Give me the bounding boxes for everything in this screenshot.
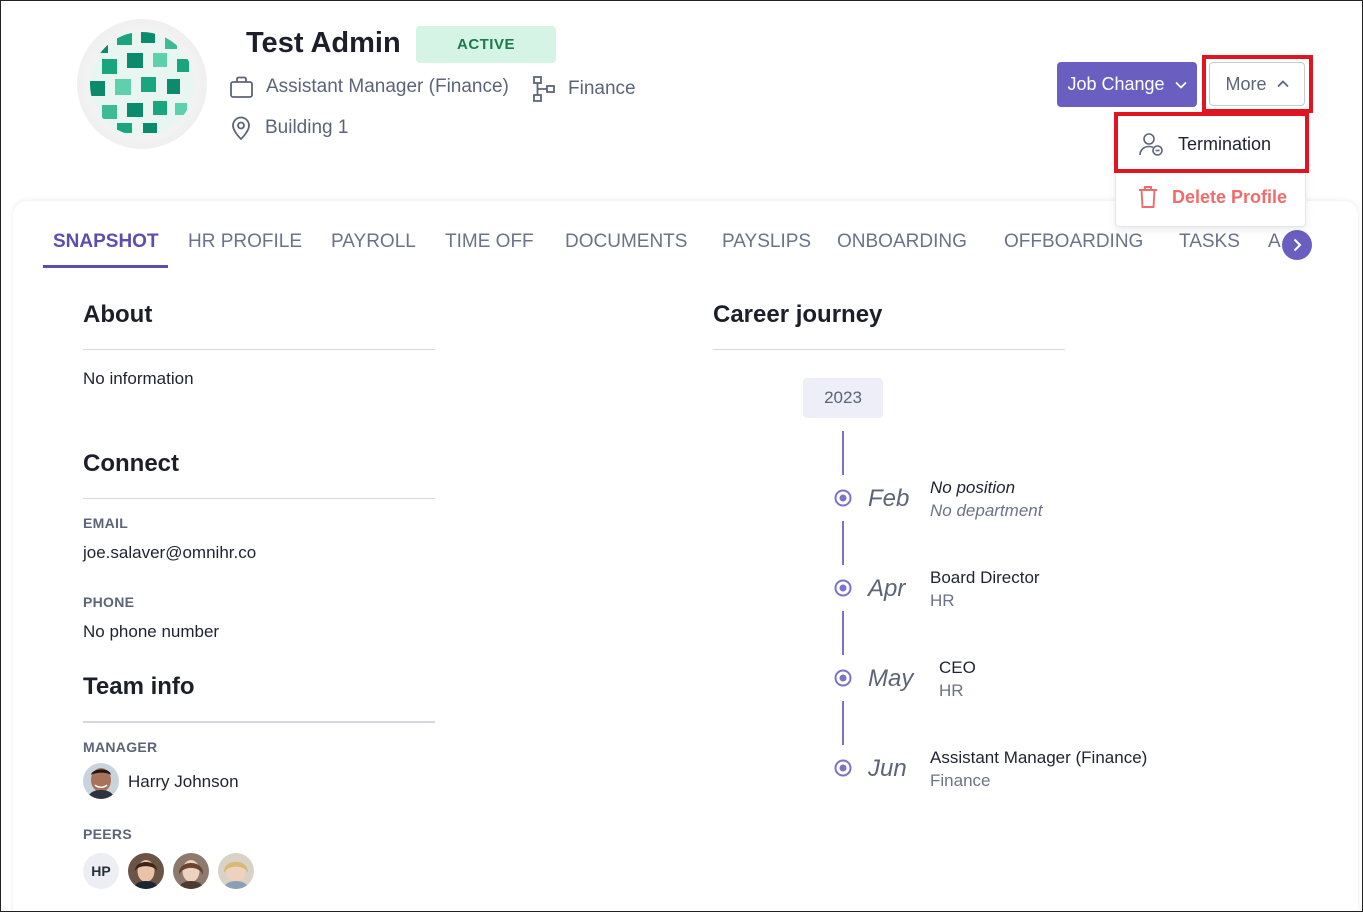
timeline-position: Board Director [930, 568, 1040, 587]
timeline-month: Feb [868, 485, 910, 512]
about-title: About [83, 301, 153, 328]
location-text: Building 1 [265, 117, 349, 138]
year-badge: 2023 [803, 378, 883, 418]
career-journey-title: Career journey [713, 301, 883, 328]
timeline-connector [842, 611, 844, 655]
employee-name: Test Admin [246, 27, 401, 59]
timeline-connector [842, 431, 844, 475]
peer-avatar[interactable] [173, 853, 209, 889]
position-text: Assistant Manager (Finance) [266, 76, 509, 97]
location-pin-icon [232, 116, 250, 141]
org-chart-icon [533, 76, 555, 102]
job-change-label: Job Change [1067, 74, 1165, 94]
briefcase-icon [230, 76, 253, 98]
timeline-department: HR [930, 591, 955, 610]
timeline-month: May [868, 665, 914, 692]
timeline-connector [842, 701, 844, 745]
timeline-department: HR [939, 681, 964, 700]
department-meta: Finance [532, 75, 636, 103]
chevron-down-icon [1174, 81, 1187, 89]
tab-hr-profile[interactable]: HR PROFILE [188, 231, 302, 253]
about-divider [83, 349, 435, 350]
more-button[interactable]: More [1209, 62, 1305, 106]
tab-truncated[interactable]: A [1268, 231, 1281, 253]
app-window: Test Admin ACTIVE Assistant Manager (Fin… [0, 0, 1363, 912]
more-menu: Termination Delete Profile [1115, 115, 1306, 227]
about-text: No information [83, 369, 194, 388]
peer-avatar[interactable] [218, 853, 254, 889]
job-change-button[interactable]: Job Change [1057, 62, 1197, 107]
tab-payroll[interactable]: PAYROLL [331, 231, 416, 253]
timeline-dot-icon [834, 489, 852, 507]
tabs-scroll-right-button[interactable] [1282, 230, 1312, 260]
active-tab-indicator [43, 265, 168, 268]
timeline-dot-icon [834, 579, 852, 597]
team-info-divider [83, 721, 435, 723]
tab-offboarding[interactable]: OFFBOARDING [1004, 231, 1143, 253]
tab-snapshot[interactable]: SNAPSHOT [53, 231, 159, 253]
chevron-up-icon [1276, 80, 1289, 88]
phone-label: PHONE [83, 594, 135, 610]
timeline-month: Apr [868, 575, 906, 602]
more-label: More [1225, 73, 1267, 94]
email-value[interactable]: joe.salaver@omnihr.co [83, 543, 256, 563]
tab-payslips[interactable]: PAYSLIPS [722, 231, 811, 253]
position-meta: Assistant Manager (Finance) [229, 75, 509, 99]
timeline-connector [842, 521, 844, 565]
peer-avatar-initials[interactable]: HP [83, 853, 119, 889]
timeline-department: No department [930, 501, 1043, 520]
delete-profile-label: Delete Profile [1172, 186, 1288, 207]
tab-tasks[interactable]: TASKS [1179, 231, 1240, 253]
peers-label: PEERS [83, 826, 132, 842]
profile-card: SNAPSHOT HR PROFILE PAYROLL TIME OFF DOC… [13, 201, 1358, 911]
tab-onboarding[interactable]: ONBOARDING [837, 231, 967, 253]
timeline-position: Assistant Manager (Finance) [930, 748, 1148, 767]
manager-name[interactable]: Harry Johnson [128, 772, 239, 792]
tab-time-off[interactable]: TIME OFF [445, 231, 534, 253]
peer-avatar[interactable] [128, 853, 164, 889]
termination-label: Termination [1178, 133, 1272, 154]
user-minus-icon [1139, 133, 1163, 156]
timeline-month: Jun [868, 755, 907, 782]
connect-divider [83, 498, 435, 499]
manager-label: MANAGER [83, 739, 158, 755]
career-journey-divider [713, 349, 1065, 350]
timeline-department: Finance [930, 771, 991, 790]
location-meta: Building 1 [229, 115, 348, 141]
trash-icon [1139, 186, 1157, 208]
timeline-position: CEO [939, 658, 976, 677]
timeline-dot-icon [834, 669, 852, 687]
team-info-title: Team info [83, 673, 195, 700]
timeline-position: No position [930, 478, 1016, 497]
department-text: Finance [568, 78, 636, 99]
tab-documents[interactable]: DOCUMENTS [565, 231, 687, 253]
chevron-right-icon [1293, 238, 1301, 252]
profile-header: Test Admin ACTIVE Assistant Manager (Fin… [1, 1, 1362, 227]
status-badge: ACTIVE [416, 26, 556, 63]
profile-avatar [77, 19, 207, 149]
connect-title: Connect [83, 450, 179, 477]
termination-menu-item[interactable]: Termination [1116, 118, 1305, 170]
timeline-dot-icon [834, 759, 852, 777]
email-label: EMAIL [83, 515, 129, 531]
manager-avatar[interactable] [83, 763, 119, 799]
phone-value: No phone number [83, 622, 220, 641]
delete-profile-menu-item[interactable]: Delete Profile [1116, 171, 1305, 223]
